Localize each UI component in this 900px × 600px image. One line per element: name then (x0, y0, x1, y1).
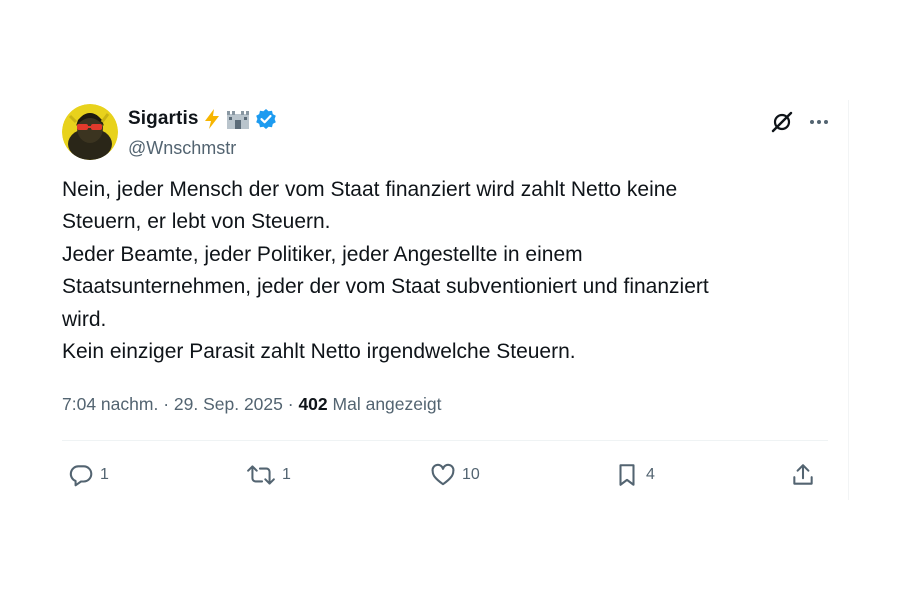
reply-icon (69, 465, 93, 487)
divider (62, 440, 828, 441)
tweet-text-line: Steuern, er lebt von Steuern. (62, 210, 331, 234)
lightning-icon (202, 108, 222, 130)
like-count: 10 (462, 466, 480, 483)
meta-separator: · (287, 394, 294, 414)
meta-separator: · (163, 394, 170, 414)
retweet-count: 1 (282, 466, 291, 483)
tweet-text-line: Kein einziger Parasit zahlt Netto irgend… (62, 340, 576, 364)
avatar[interactable] (62, 104, 118, 160)
tweet-text-line: Jeder Beamte, jeder Politiker, jeder Ang… (62, 242, 583, 266)
retweet-icon (247, 465, 275, 485)
tweet-text-line: Staatsunternehmen, jeder der vom Staat s… (62, 275, 709, 299)
retweet-button[interactable]: 1 (246, 458, 291, 492)
name-row: Sigartis (128, 106, 277, 132)
like-button[interactable]: 10 (430, 458, 480, 492)
views-count: 402 (298, 394, 328, 414)
tweet-date[interactable]: 29. Sep. 2025 (174, 394, 283, 414)
display-name[interactable]: Sigartis (128, 108, 199, 130)
grok-icon[interactable] (770, 110, 794, 134)
bookmark-button[interactable]: 4 (614, 458, 655, 492)
reply-count: 1 (100, 466, 109, 483)
action-bar: 1 1 10 4 (62, 458, 828, 492)
tweet-text-line: wird. (62, 307, 107, 331)
author-names: Sigartis @Wnschmstr (128, 106, 277, 159)
more-icon[interactable] (808, 111, 830, 133)
verified-badge-icon (255, 108, 277, 130)
share-icon (793, 464, 813, 485)
handle[interactable]: @Wnschmstr (128, 138, 277, 159)
like-icon (431, 463, 455, 486)
views-label: Mal angezeigt (332, 394, 442, 414)
tweet-time[interactable]: 7:04 nachm. (62, 394, 158, 414)
bookmark-count: 4 (646, 466, 655, 483)
castle-icon (225, 108, 251, 130)
tweet-text-line: Nein, jeder Mensch der vom Staat finanzi… (62, 178, 678, 201)
tweet-header: Sigartis @Wnschmstr (62, 102, 832, 162)
avatar-image-icon (62, 104, 118, 160)
reply-button[interactable]: 1 (68, 458, 109, 492)
bookmark-icon (619, 464, 635, 486)
tweet-text: Nein, jeder Mensch der vom Staat finanzi… (62, 174, 822, 368)
tweet-meta: 7:04 nachm. · 29. Sep. 2025 · 402 Mal an… (62, 394, 442, 415)
top-actions (770, 110, 830, 134)
share-button[interactable] (790, 458, 816, 492)
tweet-card: Sigartis @Wnschmstr Nein, jeder Mensch d… (48, 100, 849, 500)
